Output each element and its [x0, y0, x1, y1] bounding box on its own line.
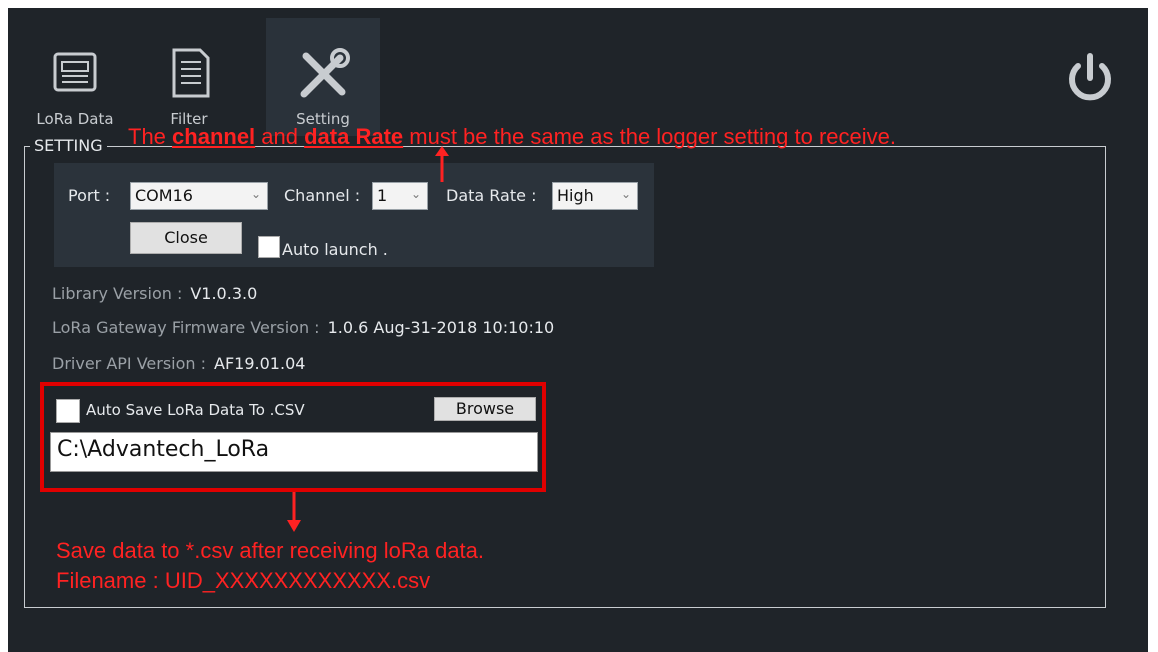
- close-button[interactable]: Close: [130, 222, 242, 254]
- driver-version-row: Driver API Version : AF19.01.04: [52, 354, 305, 373]
- data-rate-select[interactable]: High ⌄: [552, 182, 638, 210]
- save-path-input[interactable]: C:\Advantech_LoRa: [50, 432, 538, 472]
- tab-lora-data-label: LoRa Data: [36, 110, 114, 128]
- document-list-icon: [132, 44, 246, 104]
- annotation-text: must be the same as the logger setting t…: [403, 124, 896, 149]
- chevron-down-icon: ⌄: [620, 187, 631, 201]
- annotation-text: The: [128, 124, 173, 149]
- driver-version-value: AF19.01.04: [214, 354, 306, 373]
- annotation-text: and: [255, 124, 305, 149]
- auto-launch-label: Auto launch .: [282, 240, 388, 259]
- library-version-label: Library Version :: [52, 284, 183, 303]
- library-version-value: V1.0.3.0: [190, 284, 258, 303]
- firmware-version-row: LoRa Gateway Firmware Version : 1.0.6 Aug…: [52, 318, 554, 337]
- port-label: Port :: [68, 186, 111, 205]
- library-version-row: Library Version : V1.0.3.0: [52, 284, 257, 303]
- bottom-annotation-line1: Save data to *.csv after receiving loRa …: [56, 538, 485, 563]
- channel-value: 1: [377, 186, 388, 205]
- chevron-down-icon: ⌄: [410, 187, 421, 201]
- firmware-version-value: 1.0.6 Aug-31-2018 10:10:10: [327, 318, 555, 337]
- channel-select[interactable]: 1 ⌄: [372, 182, 428, 210]
- annotation-emphasis-data-rate: data Rate: [304, 124, 404, 149]
- firmware-version-label: LoRa Gateway Firmware Version :: [52, 318, 320, 337]
- power-icon[interactable]: [1060, 48, 1120, 108]
- news-icon: [18, 44, 132, 104]
- bottom-annotation-line2: Filename : UID_XXXXXXXXXXXX.csv: [56, 568, 431, 593]
- channel-label: Channel :: [284, 186, 361, 205]
- group-title: SETTING: [30, 136, 107, 155]
- chevron-down-icon: ⌄: [250, 187, 261, 201]
- data-rate-value: High: [557, 186, 594, 205]
- tab-setting[interactable]: Setting: [266, 18, 380, 136]
- auto-save-label: Auto Save LoRa Data To .CSV: [86, 401, 305, 419]
- arrow-down-icon: [284, 492, 304, 540]
- data-rate-label: Data Rate :: [446, 186, 537, 205]
- driver-version-label: Driver API Version :: [52, 354, 207, 373]
- tab-lora-data[interactable]: LoRa Data: [18, 18, 132, 136]
- browse-button[interactable]: Browse: [434, 397, 536, 421]
- arrow-up-icon: [432, 144, 452, 188]
- tools-icon: [266, 44, 380, 104]
- tab-filter[interactable]: Filter: [132, 18, 246, 136]
- auto-launch-checkbox[interactable]: [258, 236, 280, 258]
- auto-save-checkbox[interactable]: [56, 399, 80, 423]
- top-annotation: The channel and data Rate must be the sa…: [128, 124, 896, 150]
- annotation-emphasis-channel: channel: [172, 124, 256, 149]
- port-select[interactable]: COM16 ⌄: [130, 182, 268, 210]
- app-window: LoRa Data Filter Setting SETTING Port: …: [8, 8, 1148, 652]
- port-value: COM16: [135, 186, 193, 205]
